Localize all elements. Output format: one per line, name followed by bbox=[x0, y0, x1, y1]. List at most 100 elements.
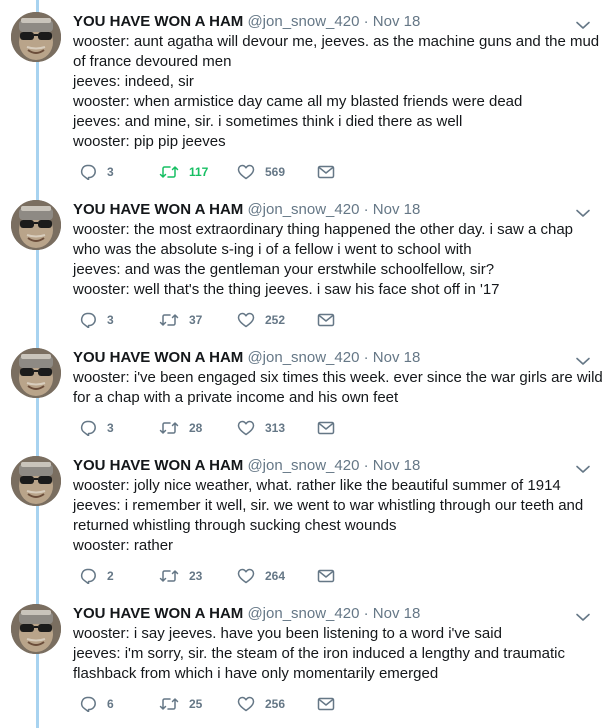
like-count: 569 bbox=[265, 165, 286, 179]
display-name[interactable]: YOU HAVE WON A HAM bbox=[73, 201, 243, 218]
reply-count: 6 bbox=[107, 697, 114, 711]
avatar[interactable] bbox=[11, 348, 61, 398]
username[interactable]: @jon_snow_420 bbox=[247, 605, 359, 622]
envelope-icon bbox=[317, 421, 335, 435]
tweet-line: for a chap with a private income and his… bbox=[73, 389, 399, 406]
avatar[interactable] bbox=[11, 200, 61, 250]
reply-button[interactable]: 2 bbox=[79, 566, 114, 586]
reply-icon bbox=[79, 312, 97, 328]
tweet-line: jeeves: indeed, sir bbox=[73, 73, 194, 90]
retweet-button[interactable]: 25 bbox=[159, 694, 202, 714]
tweet-header: YOU HAVE WON A HAM @jon_snow_420 · Nov 1… bbox=[73, 348, 588, 368]
like-button[interactable]: 569 bbox=[237, 162, 285, 182]
avatar[interactable] bbox=[11, 456, 61, 506]
retweet-button[interactable]: 37 bbox=[159, 310, 202, 330]
avatar[interactable] bbox=[11, 12, 61, 62]
reply-icon bbox=[79, 420, 97, 436]
retweet-button[interactable]: 117 bbox=[159, 162, 208, 182]
like-count: 256 bbox=[265, 697, 286, 711]
like-count: 252 bbox=[265, 313, 286, 327]
tweet-date[interactable]: Nov 18 bbox=[373, 13, 421, 30]
tweet-text: wooster: i say jeeves. have you been lis… bbox=[73, 624, 588, 684]
reply-button[interactable]: 6 bbox=[79, 694, 114, 714]
tweet-line: wooster: rather bbox=[73, 537, 174, 554]
like-button[interactable]: 252 bbox=[237, 310, 285, 330]
reply-icon bbox=[79, 696, 97, 712]
direct-message-button[interactable] bbox=[317, 310, 335, 330]
like-button[interactable]: 313 bbox=[237, 418, 285, 438]
retweet-button[interactable]: 23 bbox=[159, 566, 202, 586]
heart-icon bbox=[237, 420, 255, 436]
display-name[interactable]: YOU HAVE WON A HAM bbox=[73, 13, 243, 30]
tweet-line: wooster: pip pip jeeves bbox=[73, 133, 226, 150]
like-count: 264 bbox=[265, 569, 286, 583]
chevron-down-icon[interactable] bbox=[574, 206, 592, 218]
username[interactable]: @jon_snow_420 bbox=[247, 457, 359, 474]
tweet-line: who was the absolute s-ing i of a fellow… bbox=[73, 241, 472, 258]
tweet-line: flashback from which i have only momenta… bbox=[73, 665, 439, 682]
direct-message-button[interactable] bbox=[317, 694, 335, 714]
retweet-count: 28 bbox=[189, 421, 203, 435]
retweet-icon bbox=[159, 164, 179, 180]
reply-count: 3 bbox=[107, 421, 114, 435]
retweet-button[interactable]: 28 bbox=[159, 418, 202, 438]
retweet-count: 25 bbox=[189, 697, 203, 711]
tweet-line: jeeves: i'm sorry, sir. the steam of the… bbox=[73, 645, 565, 662]
reply-count: 3 bbox=[107, 313, 114, 327]
retweet-icon bbox=[159, 696, 179, 712]
like-count: 313 bbox=[265, 421, 286, 435]
separator: · bbox=[363, 201, 369, 218]
username[interactable]: @jon_snow_420 bbox=[247, 201, 359, 218]
tweet-header: YOU HAVE WON A HAM @jon_snow_420 · Nov 1… bbox=[73, 456, 588, 476]
direct-message-button[interactable] bbox=[317, 566, 335, 586]
retweet-icon bbox=[159, 568, 179, 584]
separator: · bbox=[363, 13, 369, 30]
reply-button[interactable]: 3 bbox=[79, 418, 114, 438]
tweet-header: YOU HAVE WON A HAM @jon_snow_420 · Nov 1… bbox=[73, 12, 588, 32]
tweet-header: YOU HAVE WON A HAM @jon_snow_420 · Nov 1… bbox=[73, 200, 588, 220]
heart-icon bbox=[237, 568, 255, 584]
reply-count: 3 bbox=[107, 165, 114, 179]
retweet-icon bbox=[159, 312, 179, 328]
display-name[interactable]: YOU HAVE WON A HAM bbox=[73, 605, 243, 622]
separator: · bbox=[363, 605, 369, 622]
chevron-down-icon[interactable] bbox=[574, 18, 592, 30]
tweet-date[interactable]: Nov 18 bbox=[373, 349, 421, 366]
display-name[interactable]: YOU HAVE WON A HAM bbox=[73, 349, 243, 366]
tweet-line: wooster: aunt agatha will devour me, jee… bbox=[73, 33, 600, 50]
like-button[interactable]: 264 bbox=[237, 566, 285, 586]
tweet-line: jeeves: i remember it well, sir. we went… bbox=[73, 497, 584, 514]
chevron-down-icon[interactable] bbox=[574, 354, 592, 366]
reply-button[interactable]: 3 bbox=[79, 310, 114, 330]
envelope-icon bbox=[317, 697, 335, 711]
tweet-line: wooster: when armistice day came all my … bbox=[73, 93, 523, 110]
separator: · bbox=[363, 349, 369, 366]
username[interactable]: @jon_snow_420 bbox=[247, 13, 359, 30]
reply-icon bbox=[79, 164, 97, 180]
tweet-date[interactable]: Nov 18 bbox=[373, 201, 421, 218]
username[interactable]: @jon_snow_420 bbox=[247, 349, 359, 366]
reply-count: 2 bbox=[107, 569, 114, 583]
tweet-date[interactable]: Nov 18 bbox=[373, 605, 421, 622]
display-name[interactable]: YOU HAVE WON A HAM bbox=[73, 457, 243, 474]
direct-message-button[interactable] bbox=[317, 418, 335, 438]
chevron-down-icon[interactable] bbox=[574, 462, 592, 474]
heart-icon bbox=[237, 164, 255, 180]
like-button[interactable]: 256 bbox=[237, 694, 285, 714]
tweet-line: of france devoured men bbox=[73, 53, 232, 70]
tweet-date[interactable]: Nov 18 bbox=[373, 457, 421, 474]
tweet-text: wooster: jolly nice weather, what. rathe… bbox=[73, 476, 588, 556]
separator: · bbox=[363, 457, 369, 474]
tweet-line: jeeves: and mine, sir. i sometimes think… bbox=[73, 113, 463, 130]
tweet-header: YOU HAVE WON A HAM @jon_snow_420 · Nov 1… bbox=[73, 604, 588, 624]
direct-message-button[interactable] bbox=[317, 162, 335, 182]
tweet-line: jeeves: and was the gentleman your erstw… bbox=[73, 261, 495, 278]
chevron-down-icon[interactable] bbox=[574, 610, 592, 622]
envelope-icon bbox=[317, 165, 335, 179]
reply-button[interactable]: 3 bbox=[79, 162, 114, 182]
heart-icon bbox=[237, 312, 255, 328]
tweet-line: wooster: well that's the thing jeeves. i… bbox=[73, 281, 500, 298]
tweet-text: wooster: i've been engaged six times thi… bbox=[73, 368, 603, 408]
avatar[interactable] bbox=[11, 604, 61, 654]
retweet-count: 117 bbox=[189, 165, 209, 179]
